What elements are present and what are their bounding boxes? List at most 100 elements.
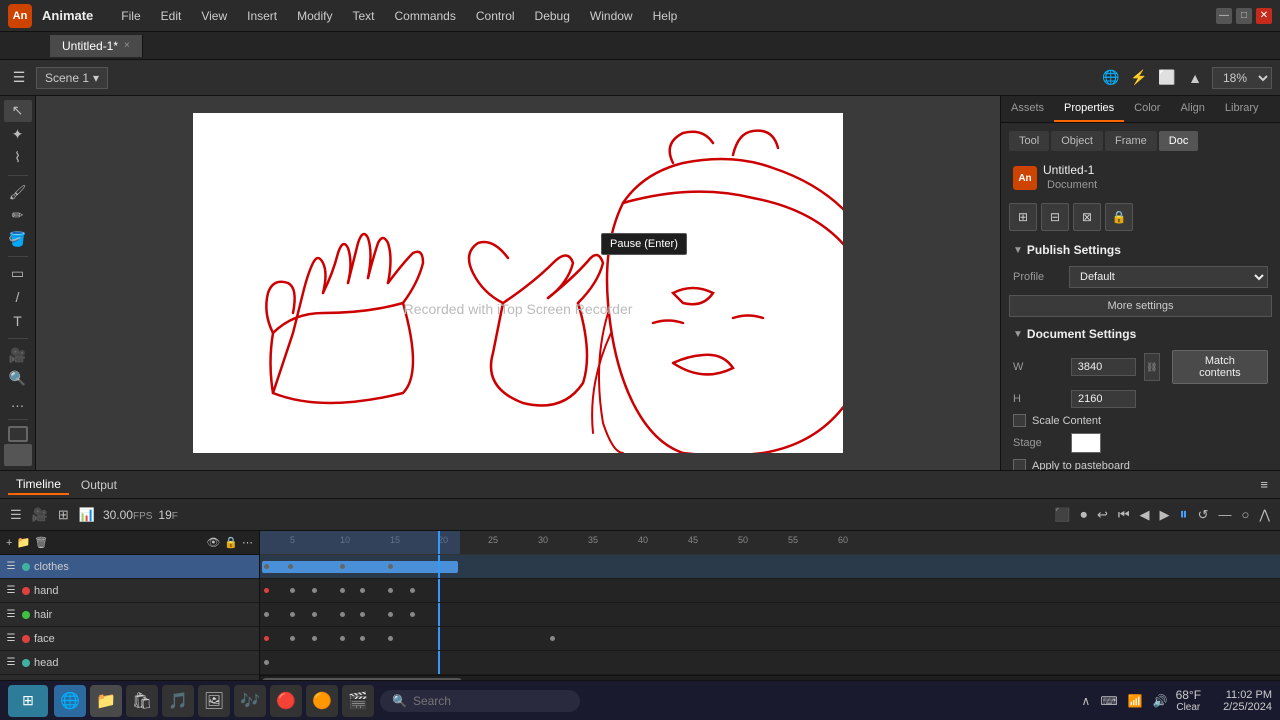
delete-layer-btn[interactable]: 🗑 bbox=[34, 536, 48, 549]
new-layer-icon[interactable]: ☰ bbox=[8, 505, 24, 525]
snap-icon-2[interactable]: ⊟ bbox=[1041, 203, 1069, 231]
step-back-icon[interactable]: ◀ bbox=[1138, 505, 1152, 525]
selection-tool[interactable]: ↖ bbox=[4, 100, 32, 122]
paint-tool[interactable]: 🪣 bbox=[4, 229, 32, 251]
keyboard-icon[interactable]: ⌨ bbox=[1098, 692, 1119, 710]
more-tools[interactable]: … bbox=[4, 392, 32, 414]
layer-lock-btn[interactable]: 🔒 bbox=[224, 536, 238, 549]
hamburger-icon[interactable]: ☰ bbox=[8, 67, 30, 89]
width-input[interactable] bbox=[1071, 358, 1136, 376]
menu-modify[interactable]: Modify bbox=[289, 7, 340, 25]
layer-row-clothes[interactable]: ☰ clothes bbox=[0, 555, 259, 579]
link-constraint-icon[interactable]: ⛓ bbox=[1144, 353, 1160, 381]
easing-icon[interactable]: ⋀ bbox=[1257, 505, 1272, 525]
layer-vis-btn[interactable]: 👁 bbox=[206, 536, 220, 549]
pause-button[interactable]: ⏸ bbox=[1178, 504, 1190, 526]
stop-icon[interactable]: ⬛ bbox=[1052, 505, 1072, 525]
search-box[interactable]: 🔍 bbox=[380, 690, 580, 712]
chevron-icon[interactable]: ∧ bbox=[1080, 692, 1093, 710]
search-input[interactable] bbox=[413, 694, 533, 708]
menu-help[interactable]: Help bbox=[645, 7, 686, 25]
color-swatch-fg[interactable] bbox=[8, 426, 28, 442]
color-swatch-bg[interactable] bbox=[4, 444, 32, 466]
volume-icon[interactable]: 🔊 bbox=[1151, 692, 1170, 710]
brush-tool[interactable]: 🖌 bbox=[4, 182, 32, 204]
loop-back-icon[interactable]: ↺ bbox=[1196, 505, 1211, 525]
scene-selector[interactable]: Scene 1 ▾ bbox=[36, 67, 108, 89]
tab-object[interactable]: Object bbox=[1051, 131, 1103, 151]
tab-assets[interactable]: Assets bbox=[1001, 96, 1054, 122]
snap-icon-3[interactable]: ⊠ bbox=[1073, 203, 1101, 231]
layer-row-hand[interactable]: ☰ hand bbox=[0, 579, 259, 603]
text-tool[interactable]: T bbox=[4, 310, 32, 332]
zoom-selector[interactable]: 18% bbox=[1212, 67, 1272, 89]
document-settings-header[interactable]: ▼ Document Settings bbox=[1009, 321, 1272, 347]
taskbar-spotify-icon[interactable]: 🎶 bbox=[234, 685, 266, 717]
menu-edit[interactable]: Edit bbox=[153, 7, 190, 25]
publish-settings-header[interactable]: ▼ Publish Settings bbox=[1009, 237, 1272, 263]
more-settings-button[interactable]: More settings bbox=[1009, 295, 1272, 317]
collapse-icon[interactable]: ≡ bbox=[1256, 475, 1272, 494]
graph-icon[interactable]: 📊 bbox=[77, 505, 97, 525]
layer-more-btn[interactable]: ⋯ bbox=[242, 536, 253, 549]
layer-row-hair[interactable]: ☰ hair bbox=[0, 603, 259, 627]
tab-properties[interactable]: Properties bbox=[1054, 96, 1124, 122]
circle-icon[interactable]: ○ bbox=[1239, 505, 1251, 524]
subselection-tool[interactable]: ✦ bbox=[4, 124, 32, 146]
apply-pasteboard-checkbox[interactable] bbox=[1013, 459, 1026, 470]
menu-commands[interactable]: Commands bbox=[387, 7, 464, 25]
line-tool[interactable]: / bbox=[4, 287, 32, 309]
lasso-tool[interactable]: ⌇ bbox=[4, 147, 32, 169]
taskbar-app3-icon[interactable]: 🎬 bbox=[342, 685, 374, 717]
wifi-icon[interactable]: 📶 bbox=[1126, 692, 1145, 710]
scale-content-checkbox[interactable] bbox=[1013, 414, 1026, 427]
scrollbar-thumb[interactable] bbox=[262, 678, 462, 680]
minimize-button[interactable]: — bbox=[1216, 8, 1232, 24]
menu-debug[interactable]: Debug bbox=[527, 7, 578, 25]
lightning-icon[interactable]: ⚡ bbox=[1128, 67, 1150, 89]
taskbar-photos-icon[interactable]: 🖼 bbox=[198, 685, 230, 717]
tab-close-icon[interactable]: × bbox=[124, 40, 130, 51]
start-button[interactable]: ⊞ bbox=[8, 685, 48, 717]
up-icon[interactable]: ▲ bbox=[1184, 67, 1206, 89]
transform-icon[interactable]: ⬜ bbox=[1156, 67, 1178, 89]
close-button[interactable]: ✕ bbox=[1256, 8, 1272, 24]
line-icon[interactable]: — bbox=[1216, 505, 1233, 524]
add-layer-btn[interactable]: + bbox=[6, 537, 12, 549]
match-contents-button[interactable]: Match contents bbox=[1172, 350, 1268, 384]
tab-untitled[interactable]: Untitled-1* × bbox=[50, 35, 143, 57]
layers-icon[interactable]: ⊞ bbox=[56, 505, 71, 525]
timeline-scrollbar[interactable] bbox=[260, 675, 1280, 680]
tab-library[interactable]: Library bbox=[1215, 96, 1269, 122]
playhead[interactable] bbox=[438, 531, 440, 554]
tab-doc[interactable]: Doc bbox=[1159, 131, 1199, 151]
layer-row-head[interactable]: ☰ head bbox=[0, 651, 259, 675]
camera-tool[interactable]: 🎥 bbox=[4, 345, 32, 367]
height-input[interactable] bbox=[1071, 390, 1136, 408]
snap-icon-1[interactable]: ⊞ bbox=[1009, 203, 1037, 231]
tab-color[interactable]: Color bbox=[1124, 96, 1170, 122]
canvas-area[interactable]: Recorded with iTop Screen Recorder Pause… bbox=[36, 96, 1000, 470]
menu-file[interactable]: File bbox=[113, 7, 148, 25]
tab-tool[interactable]: Tool bbox=[1009, 131, 1049, 151]
tab-output[interactable]: Output bbox=[73, 476, 125, 494]
menu-control[interactable]: Control bbox=[468, 7, 523, 25]
pencil-tool[interactable]: ✏ bbox=[4, 205, 32, 227]
loop-icon[interactable]: ↩ bbox=[1095, 505, 1110, 525]
zoom-tool[interactable]: 🔍 bbox=[4, 368, 32, 390]
tab-timeline[interactable]: Timeline bbox=[8, 475, 69, 495]
rewind-icon[interactable]: ⏮ bbox=[1116, 505, 1132, 525]
rectangle-tool[interactable]: ▭ bbox=[4, 263, 32, 285]
tab-frame[interactable]: Frame bbox=[1105, 131, 1157, 151]
globe-icon[interactable]: 🌐 bbox=[1100, 67, 1122, 89]
menu-insert[interactable]: Insert bbox=[239, 7, 285, 25]
menu-text[interactable]: Text bbox=[344, 7, 382, 25]
taskbar-app2-icon[interactable]: 🟠 bbox=[306, 685, 338, 717]
profile-select[interactable]: Default bbox=[1069, 266, 1268, 288]
menu-view[interactable]: View bbox=[193, 7, 235, 25]
taskbar-edge-icon[interactable]: 🌐 bbox=[54, 685, 86, 717]
taskbar-folder-icon[interactable]: 📁 bbox=[90, 685, 122, 717]
record-icon[interactable]: ⏺ bbox=[1078, 505, 1089, 525]
lock-icon[interactable]: 🔒 bbox=[1105, 203, 1133, 231]
step-fwd-icon[interactable]: ▶ bbox=[1158, 505, 1172, 525]
